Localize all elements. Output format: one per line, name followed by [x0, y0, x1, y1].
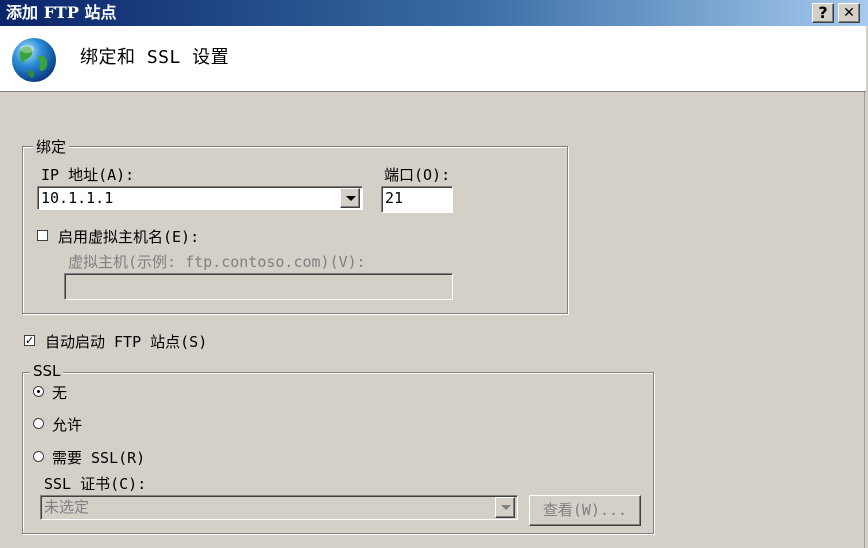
virtual-host-label: 虚拟主机(示例: ftp.contoso.com)(V):	[68, 253, 366, 271]
help-icon: ?	[818, 3, 828, 22]
ssl-require-radio[interactable]	[33, 451, 44, 462]
virtual-host-checkbox[interactable]	[37, 230, 48, 241]
close-icon: ✕	[843, 5, 855, 21]
port-input[interactable]: 21	[381, 186, 453, 213]
ssl-require-label: 需要 SSL(R)	[52, 449, 146, 467]
ssl-group-label: SSL	[30, 362, 64, 380]
globe-icon	[12, 38, 56, 82]
page-title: 绑定和 SSL 设置	[80, 47, 230, 68]
window-title: 添加 FTP 站点	[6, 3, 117, 22]
port-label: 端口(O):	[384, 166, 451, 184]
auto-start-label: 自动启动 FTP 站点(S)	[45, 333, 208, 351]
ssl-none-label: 无	[52, 384, 68, 402]
close-button[interactable]: ✕	[838, 3, 860, 23]
ssl-allow-label: 允许	[52, 416, 83, 434]
ssl-cert-dropdown-button[interactable]	[495, 497, 515, 518]
ip-address-value: 10.1.1.1	[41, 189, 114, 207]
view-cert-button-label: 查看(W)...	[542, 501, 628, 519]
virtual-host-checkbox-label: 启用虚拟主机名(E):	[58, 228, 200, 246]
ssl-cert-label: SSL 证书(C):	[44, 475, 147, 493]
window-title-bar: 添加 FTP 站点	[0, 0, 868, 26]
auto-start-checkbox[interactable]: ✓	[24, 335, 35, 346]
help-button[interactable]: ?	[812, 3, 834, 23]
ip-address-dropdown-button[interactable]	[340, 188, 360, 208]
ip-address-combo[interactable]: 10.1.1.1	[37, 186, 363, 210]
view-cert-button[interactable]: 查看(W)...	[529, 495, 641, 526]
binding-group-label: 绑定	[33, 136, 70, 157]
ssl-allow-radio[interactable]	[33, 418, 44, 429]
ssl-none-radio[interactable]	[33, 386, 44, 397]
virtual-host-input[interactable]	[64, 273, 453, 300]
port-value: 21	[385, 189, 404, 207]
wizard-header: 绑定和 SSL 设置	[0, 26, 866, 92]
ssl-cert-combo[interactable]: 未选定	[40, 495, 518, 520]
ip-address-label: IP 地址(A):	[41, 166, 135, 184]
window-edge	[864, 92, 868, 548]
ssl-cert-value: 未选定	[44, 498, 90, 516]
